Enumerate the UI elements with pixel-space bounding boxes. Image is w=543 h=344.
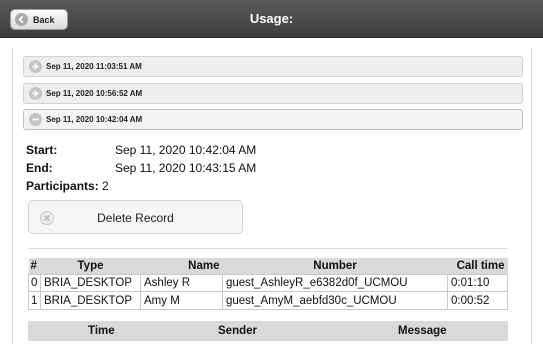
row-number: guest_AshleyR_e6382d0f_UCMOU xyxy=(222,273,448,293)
row-call-time: 0:00:52 xyxy=(447,291,508,310)
participants-row: Participants: 2 xyxy=(26,179,109,193)
row-name: Ashley R xyxy=(140,273,223,293)
column-header-type: Type xyxy=(40,258,141,274)
title-bar: Back Usage: xyxy=(0,0,543,38)
plus-circle-icon xyxy=(29,60,42,73)
column-header-message: Message xyxy=(398,325,447,337)
row-call-time: 0:01:10 xyxy=(447,273,508,293)
participants-label: Participants: xyxy=(26,179,99,193)
column-header-time: Time xyxy=(88,325,115,337)
column-header-call-time: Call time xyxy=(447,258,508,274)
column-header-name: Name xyxy=(140,258,223,274)
row-number: guest_AmyM_aebfd30c_UCMOU xyxy=(222,291,448,310)
plus-circle-icon xyxy=(29,87,42,100)
start-value: Sep 11, 2020 10:42:04 AM xyxy=(115,143,257,157)
table-row: 1 BRIA_DESKTOP Amy M guest_AmyM_aebfd30c… xyxy=(28,291,508,310)
row-type: BRIA_DESKTOP xyxy=(40,291,141,310)
minus-circle-icon xyxy=(29,113,42,126)
start-label: Start: xyxy=(26,143,58,157)
messages-table-header: Time Sender Message xyxy=(28,321,508,341)
session-header-1[interactable]: Sep 11, 2020 11:03:51 AM xyxy=(23,56,523,77)
table-row: 0 BRIA_DESKTOP Ashley R guest_AshleyR_e6… xyxy=(28,273,508,293)
row-name: Amy M xyxy=(140,291,223,310)
table-header-row: # Type Name Number Call time xyxy=(28,258,508,274)
page-title: Usage: xyxy=(249,11,294,26)
participants-table: # Type Name Number Call time 0 BRIA_DESK… xyxy=(28,258,508,310)
session-header-label: Sep 11, 2020 11:03:51 AM xyxy=(46,62,142,71)
session-header-label: Sep 11, 2020 10:56:52 AM xyxy=(46,89,143,98)
column-header-index: # xyxy=(28,258,41,274)
end-value: Sep 11, 2020 10:43:15 AM xyxy=(115,161,257,175)
row-index: 0 xyxy=(28,273,41,293)
row-type: BRIA_DESKTOP xyxy=(40,273,141,293)
row-index: 1 xyxy=(28,291,41,310)
session-header-3[interactable]: Sep 11, 2020 10:42:04 AM xyxy=(23,109,523,130)
delete-record-button[interactable]: Delete Record xyxy=(28,200,243,234)
delete-record-label: Delete Record xyxy=(97,211,174,225)
session-header-2[interactable]: Sep 11, 2020 10:56:52 AM xyxy=(23,83,523,104)
participants-count: 2 xyxy=(102,179,109,193)
divider xyxy=(28,248,508,249)
column-header-number: Number xyxy=(222,258,448,274)
session-header-label: Sep 11, 2020 10:42:04 AM xyxy=(46,115,143,124)
column-header-sender: Sender xyxy=(218,325,257,337)
end-label: End: xyxy=(26,161,53,175)
